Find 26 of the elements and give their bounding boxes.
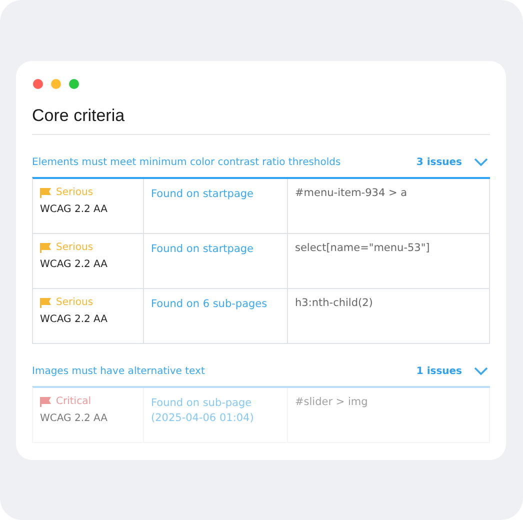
page-title: Core criteria xyxy=(32,106,490,135)
maximize-button[interactable] xyxy=(69,79,79,89)
severity-label: Critical xyxy=(56,396,91,407)
criterion-heading: Elements must meet minimum color contrast ratio thresholds xyxy=(32,156,342,168)
issue-count: 3 issues xyxy=(416,156,462,168)
chevron-icon[interactable] xyxy=(474,158,488,166)
close-button[interactable] xyxy=(33,79,43,89)
severity-label: Serious xyxy=(56,187,94,198)
found-location: Found on startpage xyxy=(151,242,254,257)
found-location: Found on sub-page (2025-04-06 01:04) xyxy=(151,396,255,426)
chevron-icon[interactable] xyxy=(474,366,488,376)
issue-count: 1 issues xyxy=(416,366,462,376)
severity-label: Serious xyxy=(56,242,94,253)
standard-label: WCAG 2.2 AA xyxy=(40,314,109,325)
standard-label: WCAG 2.2 AA xyxy=(40,204,109,215)
criterion-heading: Images must have alternative text xyxy=(32,366,206,376)
css-selector: h3:nth-child(2) xyxy=(295,297,374,309)
severity-label: Serious xyxy=(56,297,94,308)
css-selector: select[name="menu-53"] xyxy=(295,242,431,254)
found-location: Found on 6 sub-pages xyxy=(151,297,268,312)
standard-label: WCAG 2.2 AA xyxy=(40,413,109,424)
css-selector: #menu-item-934 > a xyxy=(295,187,408,199)
found-location: Found on startpage xyxy=(151,187,254,202)
css-selector: #slider > img xyxy=(295,396,369,408)
standard-label: WCAG 2.2 AA xyxy=(40,259,109,270)
minimize-button[interactable] xyxy=(51,79,61,89)
